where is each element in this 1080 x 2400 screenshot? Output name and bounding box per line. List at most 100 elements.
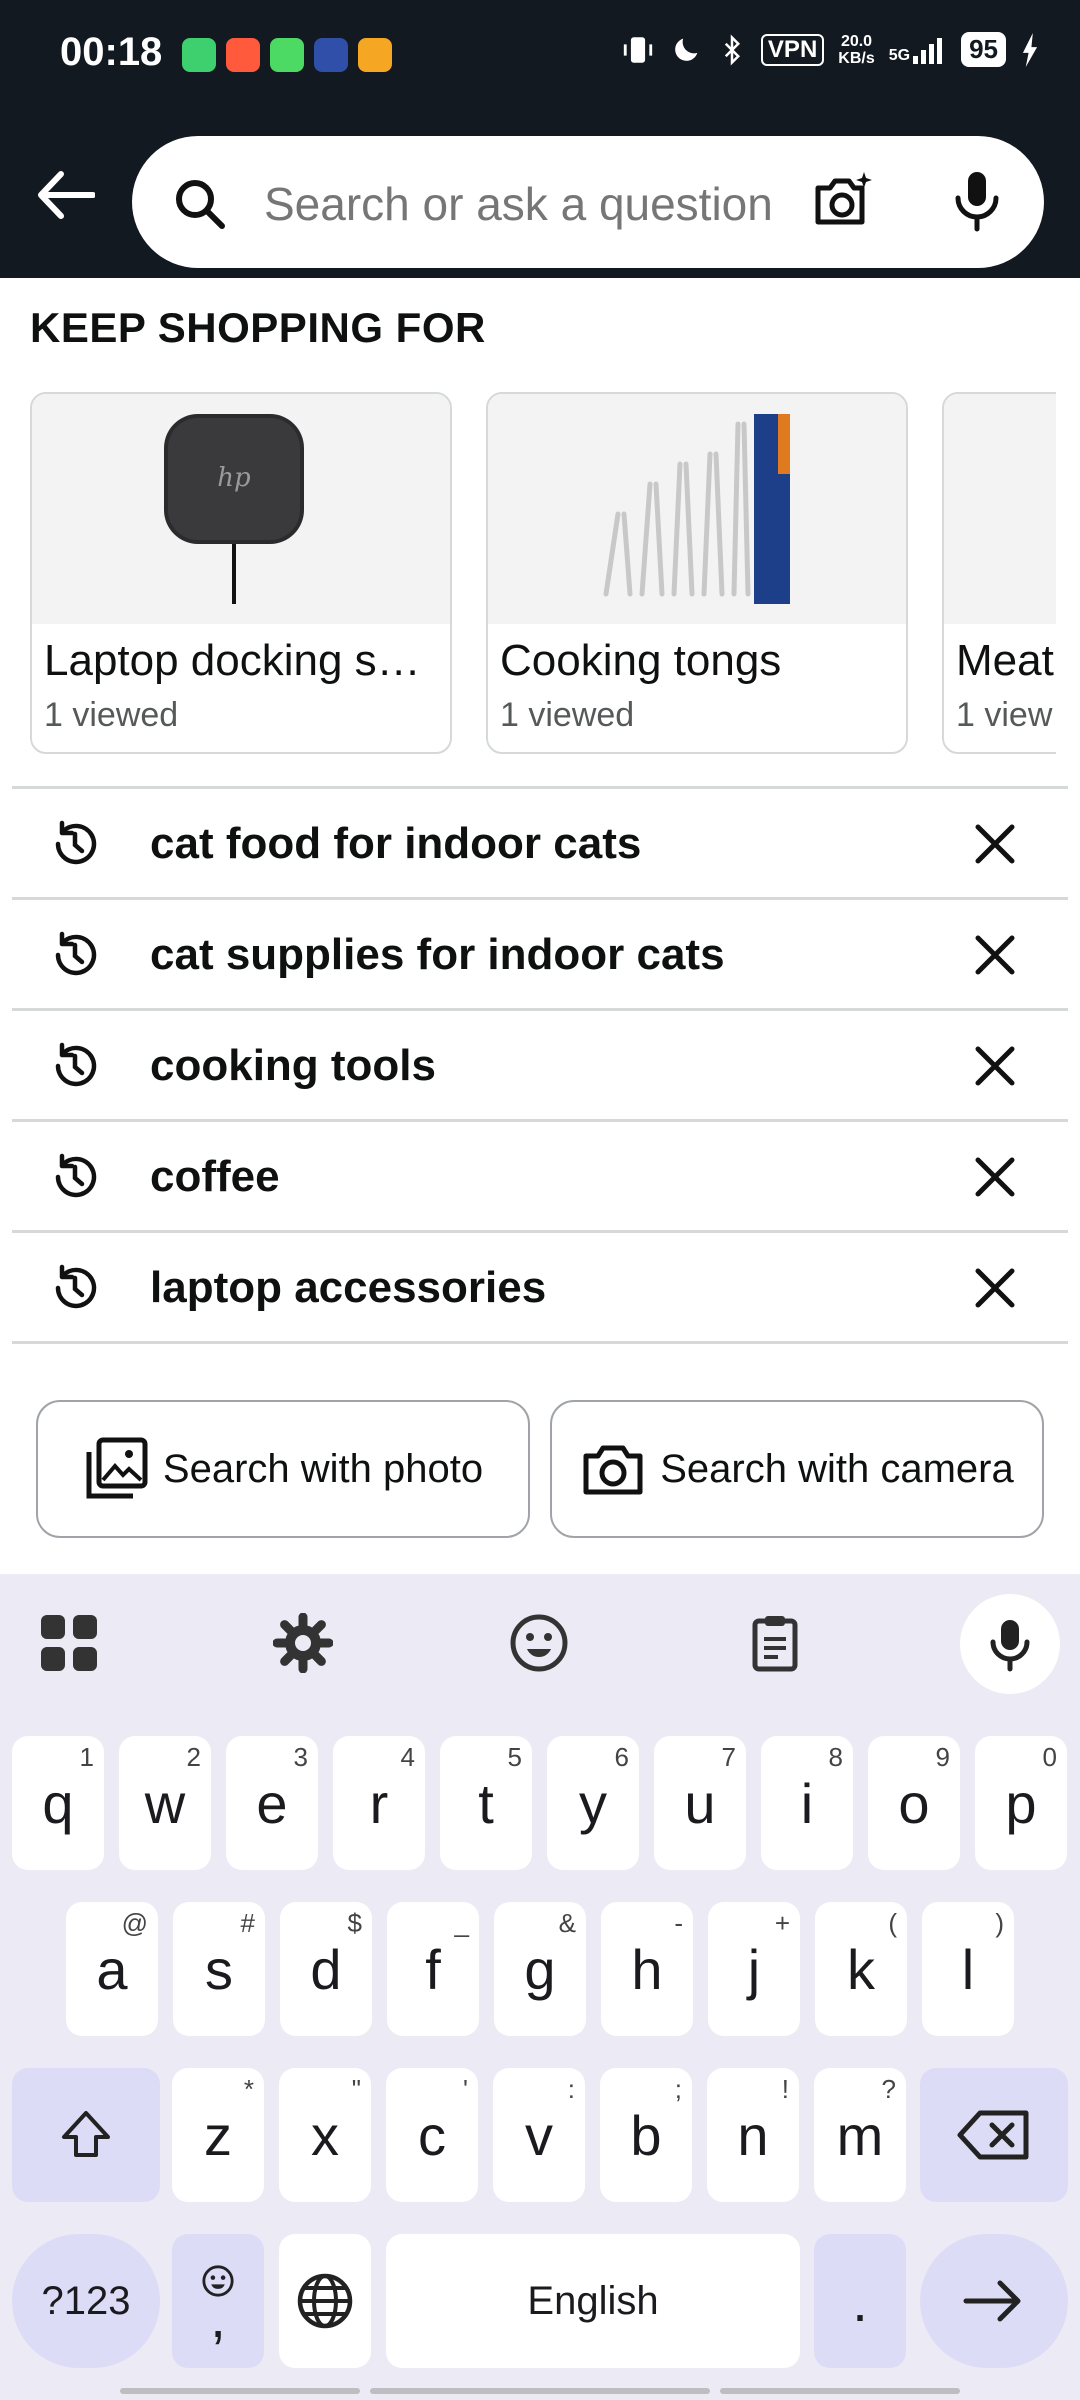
key-u[interactable]: u7 — [654, 1736, 746, 1870]
key-q[interactable]: q1 — [12, 1736, 104, 1870]
microphone-icon — [990, 1620, 1030, 1672]
key-label: x — [311, 2103, 339, 2167]
keep-shopping-card[interactable]: hp Laptop docking s… 1 viewed — [30, 392, 452, 754]
app-notification-icon — [270, 38, 304, 72]
product-viewed: 1 view — [956, 696, 1053, 734]
keyboard-toolbar — [0, 1574, 1080, 1714]
history-text: cat food for indoor cats — [150, 819, 642, 868]
key-w[interactable]: w2 — [119, 1736, 211, 1870]
key-hint: 4 — [400, 1742, 415, 1772]
camera-search-icon[interactable] — [808, 166, 878, 236]
backspace-key[interactable] — [920, 2068, 1068, 2202]
search-icon — [176, 180, 225, 229]
history-icon — [55, 820, 97, 865]
key-l[interactable]: l) — [922, 1902, 1014, 2036]
key-v[interactable]: v: — [493, 2068, 585, 2202]
signal-group: 5G — [889, 36, 947, 64]
history-item[interactable]: cat supplies for indoor cats — [12, 897, 1068, 1008]
language-key[interactable] — [279, 2234, 371, 2368]
key-i[interactable]: i8 — [761, 1736, 853, 1870]
key-h[interactable]: h- — [601, 1902, 693, 2036]
voice-input-button[interactable] — [960, 1594, 1060, 1694]
emoji-icon — [510, 1614, 568, 1672]
search-with-camera-button[interactable]: Search with camera — [550, 1400, 1044, 1538]
key-o[interactable]: o9 — [868, 1736, 960, 1870]
key-m[interactable]: m? — [814, 2068, 906, 2202]
key-r[interactable]: r4 — [333, 1736, 425, 1870]
remove-history-icon[interactable] — [970, 819, 1020, 869]
emoji-button[interactable] — [504, 1608, 574, 1678]
photo-gallery-icon — [86, 1437, 148, 1499]
period-key[interactable]: . — [814, 2234, 906, 2368]
key-n[interactable]: n! — [707, 2068, 799, 2202]
key-label: . — [852, 2269, 868, 2333]
key-y[interactable]: y6 — [547, 1736, 639, 1870]
history-icon — [55, 1042, 97, 1087]
keyboard-settings-button[interactable] — [268, 1608, 338, 1678]
microphone-icon[interactable] — [942, 166, 1012, 236]
key-label: n — [737, 2103, 769, 2167]
key-a[interactable]: a @ — [66, 1902, 158, 2036]
key-g[interactable]: g & — [494, 1902, 586, 2036]
keep-shopping-card[interactable]: Cooking tongs 1 viewed — [486, 392, 908, 754]
key-hint: + — [774, 1908, 790, 1938]
key-label: k — [847, 1937, 875, 2001]
signal-icon — [913, 37, 943, 64]
symbols-key[interactable]: ?123 — [12, 2234, 160, 2368]
key-label: c — [418, 2103, 446, 2167]
remove-history-icon[interactable] — [970, 1041, 1020, 1091]
key-c[interactable]: c ' — [386, 2068, 478, 2202]
key-f[interactable]: f _ — [387, 1902, 479, 2036]
comma-emoji-key[interactable]: , — [172, 2234, 264, 2368]
history-item[interactable]: cooking tools — [12, 1008, 1068, 1119]
product-image — [488, 394, 906, 624]
search-header — [0, 110, 1080, 278]
on-screen-keyboard: q 1 w 2 e 3 r 4 t 5 y 6 u 7 i 8 o 9 p 0 a @ s # d $ f _ g & h - j + k(l) z *… — [0, 1574, 1080, 2400]
key-label: u — [684, 1771, 716, 1835]
key-hint: 8 — [828, 1742, 843, 1772]
key-hint: _ — [454, 1908, 469, 1938]
key-k[interactable]: k( — [815, 1902, 907, 2036]
keep-shopping-card[interactable]: Meat 1 view — [942, 392, 1056, 754]
key-d[interactable]: d $ — [280, 1902, 372, 2036]
status-bar: 00:18 VPN 20.0 KB/s 5G 95 — [0, 0, 1080, 110]
search-box[interactable] — [132, 136, 1044, 268]
key-label: , — [210, 2286, 226, 2349]
key-p[interactable]: p0 — [975, 1736, 1067, 1870]
history-item[interactable]: laptop accessories — [12, 1230, 1068, 1344]
network-speed: 20.0 KB/s — [838, 33, 874, 67]
remove-history-icon[interactable] — [970, 930, 1020, 980]
key-e[interactable]: e3 — [226, 1736, 318, 1870]
key-hint: ? — [881, 2074, 896, 2104]
back-button[interactable] — [30, 160, 100, 230]
history-item[interactable]: coffee — [12, 1119, 1068, 1230]
product-viewed: 1 viewed — [500, 696, 635, 734]
search-with-photo-button[interactable]: Search with photo — [36, 1400, 530, 1538]
key-s[interactable]: s # — [173, 1902, 265, 2036]
key-label: y — [579, 1771, 607, 1835]
speed-unit: KB/s — [838, 49, 875, 67]
key-z[interactable]: z * — [172, 2068, 264, 2202]
key-x[interactable]: x " — [279, 2068, 371, 2202]
key-t[interactable]: t5 — [440, 1736, 532, 1870]
apps-grid-button[interactable] — [34, 1608, 104, 1678]
history-item[interactable]: cat food for indoor cats — [12, 786, 1068, 897]
key-hint: * — [243, 2074, 254, 2104]
bluetooth-icon — [724, 33, 740, 66]
speed-value: 20.0 — [840, 32, 873, 50]
enter-key[interactable] — [920, 2234, 1068, 2368]
battery-level: 95 — [961, 32, 1006, 67]
space-key[interactable]: English — [386, 2234, 800, 2368]
product-name: Meat — [956, 636, 1054, 685]
shift-key[interactable] — [12, 2068, 160, 2202]
remove-history-icon[interactable] — [970, 1152, 1020, 1202]
charging-icon — [1022, 32, 1038, 67]
product-image — [944, 394, 1056, 624]
key-j[interactable]: j + — [708, 1902, 800, 2036]
keep-shopping-carousel[interactable]: hp Laptop docking s… 1 viewed Cooking to… — [30, 392, 1056, 754]
clipboard-button[interactable] — [740, 1608, 810, 1678]
remove-history-icon[interactable] — [970, 1263, 1020, 1313]
search-with-camera-label: Search with camera — [660, 1446, 1014, 1491]
key-hint: ) — [995, 1908, 1004, 1938]
key-b[interactable]: b; — [600, 2068, 692, 2202]
